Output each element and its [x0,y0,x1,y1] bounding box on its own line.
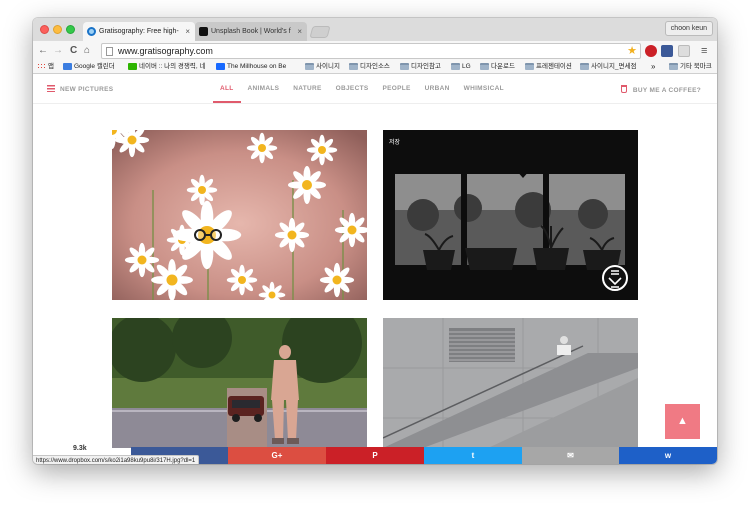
photo-window-plants[interactable] [383,130,638,300]
bookmark-folder-signage-dutyfree[interactable]: 사이니지_면세점 [580,61,636,74]
home-button[interactable]: ⌂ [84,44,90,58]
browser-toolbar: ← → C ⌂ www.gratisography.com ★ ≡ [33,41,717,61]
photo-street-runner[interactable] [112,318,367,448]
folder-icon [580,63,589,70]
folder-icon [669,63,678,70]
tab-whimsical[interactable]: WHIMSICAL [457,74,511,104]
close-window-button[interactable] [40,25,49,34]
tab-all[interactable]: ALL [213,74,241,104]
profile-button[interactable]: choon keun [664,21,713,36]
share-count: 9.3k [73,445,87,452]
facebook-extension-icon[interactable] [661,45,673,57]
page-icon [106,47,113,56]
behance-icon [216,63,225,70]
bookmarks-bar: 앱 Google 캘린더 네이버 :: 나의 경쟁력, 네 The Millho… [33,61,717,74]
tab-strip: Gratisography: Free high-r × Unsplash Bo… [33,18,717,41]
bookmarks-overflow-button[interactable]: » [651,61,655,74]
new-pictures-link[interactable]: NEW PICTURES [47,85,113,93]
bookmark-folder-design-source[interactable]: 디자인소스 [349,61,390,74]
bookmark-folder-other[interactable]: 기타 북마크 [669,61,712,74]
tab-objects[interactable]: OBJECTS [329,74,376,104]
minimize-window-button[interactable] [53,25,62,34]
bookmark-folder-signage[interactable]: 사이니지 [305,61,340,74]
bookmark-naver[interactable]: 네이버 :: 나의 경쟁력, 네 [128,61,208,74]
maximize-window-button[interactable] [66,25,75,34]
url-text[interactable]: www.gratisography.com [118,44,213,58]
tab-close-icon[interactable]: × [297,22,302,41]
hamburger-icon [47,85,55,92]
folder-icon [451,63,460,70]
tab-unsplash-book[interactable]: Unsplash Book | World's fir × [195,22,307,41]
twitter-share-button[interactable]: t [424,447,522,464]
new-tab-button[interactable] [309,26,331,38]
sumome-share-button[interactable]: w [619,447,717,464]
tab-gratisography[interactable]: Gratisography: Free high-r × [83,22,195,41]
folder-icon [480,63,489,70]
folder-icon [349,63,358,70]
tab-close-icon[interactable]: × [185,22,190,41]
naver-icon [128,63,137,70]
gratisography-favicon-icon [87,27,96,36]
back-button[interactable]: ← [38,44,48,58]
status-bar-url: https://www.dropbox.com/s/ko2i1a98ku9pu8… [33,455,200,464]
browser-window: Gratisography: Free high-r × Unsplash Bo… [33,18,717,464]
bookmark-folder-design-reference[interactable]: 디자인참고 [400,61,441,74]
reload-button[interactable]: C [70,44,77,58]
tab-people[interactable]: PEOPLE [375,74,417,104]
tab-title: Gratisography: Free high-r [99,28,179,35]
tab-urban[interactable]: URBAN [418,74,457,104]
photo-concrete-stairs[interactable] [383,318,638,448]
buy-coffee-link[interactable]: BUY ME A COFFEE? [620,85,701,94]
site-header: NEW PICTURES ALL ANIMALS NATURE OBJECTS … [33,74,717,104]
apps-icon [37,63,46,70]
bookmark-folder-download[interactable]: 다운로드 [480,61,515,74]
bookmark-folder-presentation[interactable]: 프레젠테이션 [525,61,572,74]
folder-icon [305,63,314,70]
pinterest-share-button[interactable]: P [326,447,424,464]
calendar-icon [63,63,72,70]
scroll-to-top-button[interactable]: ▲ [665,404,700,439]
camera-favicon-icon [199,27,208,36]
save-label[interactable]: 저장 [389,137,400,146]
tab-animals[interactable]: ANIMALS [241,74,287,104]
menu-icon[interactable]: ≡ [701,44,707,58]
bookmark-star-icon[interactable]: ★ [627,44,637,58]
mail-extension-icon[interactable] [678,45,690,57]
folder-icon [400,63,409,70]
tab-title: Unsplash Book | World's fir [211,28,291,35]
category-nav: ALL ANIMALS NATURE OBJECTS PEOPLE URBAN … [213,74,511,104]
coffee-cup-icon [620,85,627,93]
folder-icon [525,63,534,70]
email-share-button[interactable]: ✉ [522,447,619,464]
pinterest-extension-icon[interactable] [645,45,657,57]
share-bar: G+ P t ✉ w 9.3k https://www.dropbox.com/… [33,445,717,464]
bookmark-apps[interactable]: 앱 [37,61,54,74]
bookmark-google-calendar[interactable]: Google 캘린더 [63,61,115,74]
bookmark-millhouse[interactable]: The Millhouse on Be [216,61,298,74]
bookmark-folder-lg[interactable]: LG [451,61,471,74]
photo-daisies[interactable] [112,130,367,300]
forward-button[interactable]: → [53,44,63,58]
address-bar[interactable]: www.gratisography.com ★ [101,43,641,59]
google-plus-share-button[interactable]: G+ [228,447,326,464]
tab-nature[interactable]: NATURE [286,74,328,104]
